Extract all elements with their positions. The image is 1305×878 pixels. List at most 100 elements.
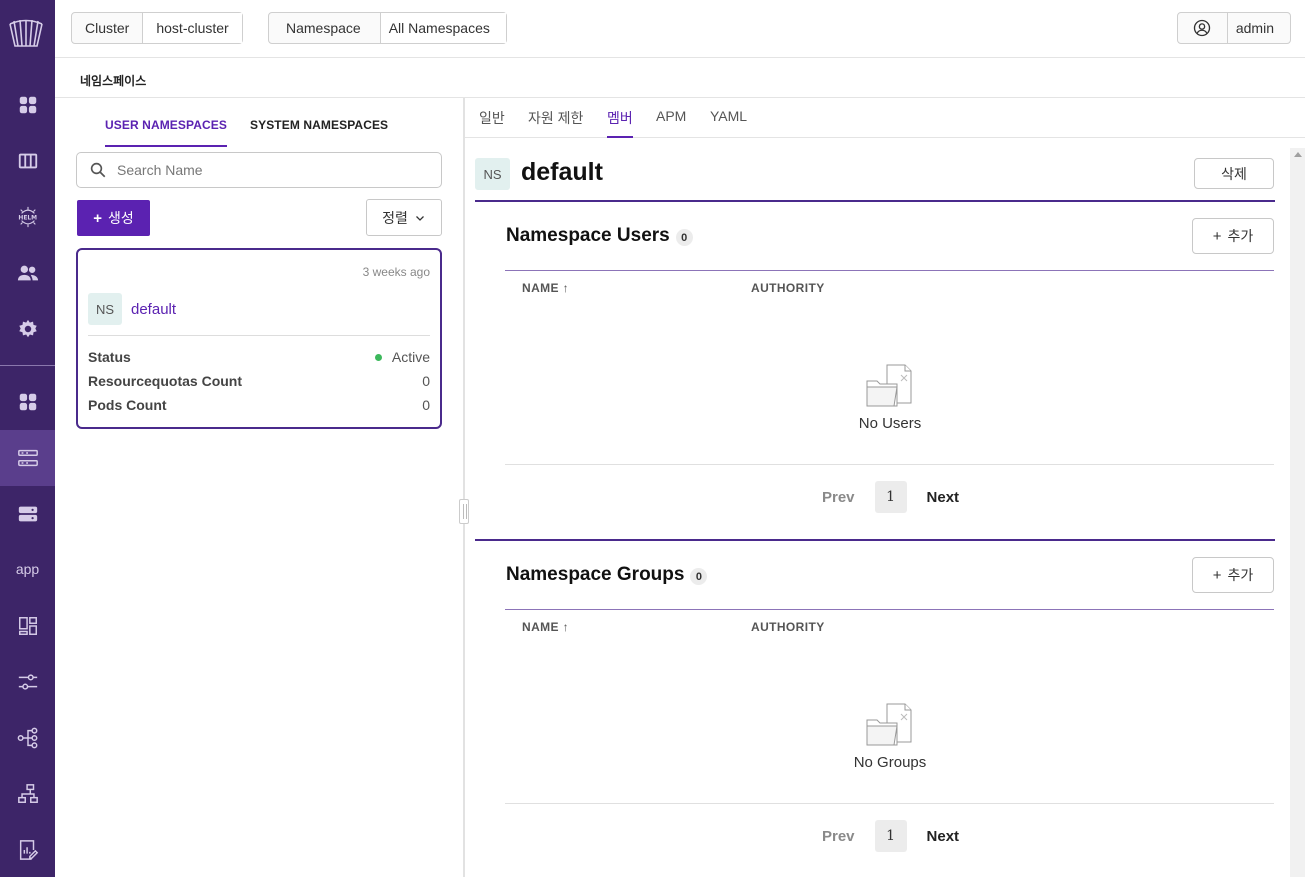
plus-icon: + (1212, 227, 1222, 245)
sort-button[interactable]: 정렬 (366, 199, 442, 236)
sidebar-item-namespaces[interactable] (0, 430, 55, 486)
card-row-pods: Pods Count 0 (88, 397, 430, 413)
sidebar-item-storage[interactable] (0, 486, 55, 542)
topology-icon (17, 784, 38, 803)
sort-up-arrow-icon: ↑ (562, 281, 570, 295)
status-value: Active (391, 349, 430, 365)
sidebar-item-dashboard[interactable] (0, 77, 55, 133)
settings-icon (18, 319, 37, 338)
empty-folder-icon (866, 364, 912, 407)
svg-text:HELM: HELM (18, 214, 37, 221)
delete-button[interactable]: 삭제 (1194, 158, 1274, 189)
namespace-selector[interactable]: Namespace All Namespaces (268, 12, 507, 44)
groups-prev-button[interactable]: Prev (822, 828, 855, 845)
workloads-icon (18, 617, 37, 635)
create-label: 생성 (108, 210, 134, 226)
namespace-value[interactable]: All Namespaces (379, 13, 506, 43)
resourcequotas-value: 0 (422, 373, 430, 389)
add-group-label: 추가 (1227, 567, 1254, 583)
users-page-1[interactable]: 1 (874, 481, 907, 513)
columns-icon (18, 153, 37, 169)
apps-grid-icon (19, 393, 36, 411)
groups-section-title: Namespace Groups 0 (506, 564, 708, 586)
sidebar-item-workloads[interactable] (0, 598, 55, 654)
tab-yaml[interactable]: YAML (710, 108, 747, 124)
tab-resource-limits[interactable]: 자원 제한 (528, 108, 583, 128)
users-table-bottom-line (505, 464, 1274, 465)
detail-ns-badge: NS (475, 158, 510, 190)
card-row-status: Status Active (88, 349, 430, 365)
user-menu[interactable]: admin (1176, 12, 1291, 44)
sidebar-item-settings[interactable] (0, 301, 55, 357)
helm-icon: HELM (18, 206, 37, 228)
groups-col-authority[interactable]: AUTHORITY (751, 620, 825, 634)
chevron-down-icon (415, 215, 424, 221)
search-icon (90, 162, 106, 178)
sort-label: 정렬 (382, 209, 408, 226)
users-prev-button[interactable]: Prev (822, 489, 855, 506)
users-table-top-line (505, 270, 1274, 271)
sidebar-item-users[interactable] (0, 245, 55, 301)
status-dot (374, 353, 382, 361)
tab-members[interactable]: 멤버 (607, 108, 633, 138)
namespaces-icon (17, 449, 38, 467)
section-divider (475, 539, 1275, 541)
pods-label: Pods Count (88, 397, 167, 413)
users-col-authority[interactable]: AUTHORITY (751, 281, 825, 295)
sidebar-item-columns[interactable] (0, 133, 55, 189)
groups-table-top-line (505, 609, 1274, 610)
card-divider (88, 335, 430, 336)
user-avatar[interactable] (1178, 13, 1228, 43)
cluster-value[interactable]: host-cluster (142, 13, 242, 43)
tab-user-namespaces[interactable]: USER NAMESPACES (105, 118, 227, 147)
users-title: Namespace Users (506, 225, 670, 246)
namespace-list-panel: USER NAMESPACES SYSTEM NAMESPACES + 생성 정… (55, 98, 464, 877)
search-input[interactable] (117, 162, 417, 178)
add-user-button[interactable]: + 추가 (1192, 218, 1274, 254)
card-time: 3 weeks ago (362, 265, 430, 279)
users-icon (17, 265, 38, 281)
groups-title: Namespace Groups (506, 564, 685, 585)
groups-col-name[interactable]: NAME ↑ (522, 620, 569, 634)
groups-col-name-label: NAME (522, 620, 559, 634)
tab-general[interactable]: 일반 (479, 108, 505, 128)
sidebar-divider (0, 365, 55, 366)
sidebar-item-topology[interactable] (0, 766, 55, 822)
sort-up-arrow-icon: ↑ (562, 620, 570, 634)
config-icon (18, 674, 37, 690)
card-namespace-name[interactable]: default (131, 301, 176, 318)
groups-next-button[interactable]: Next (927, 828, 960, 845)
detail-scrollbar[interactable] (1290, 148, 1305, 877)
search-box[interactable] (76, 152, 442, 188)
tab-apm[interactable]: APM (656, 108, 686, 124)
sidebar-item-report[interactable] (0, 822, 55, 878)
user-circle-icon (1194, 19, 1211, 37)
tab-system-namespaces[interactable]: SYSTEM NAMESPACES (250, 118, 388, 132)
cluster-label: Cluster (85, 20, 130, 36)
users-col-name-label: NAME (522, 281, 559, 295)
page-title: default (521, 158, 603, 186)
sidebar-item-apps[interactable] (0, 374, 55, 430)
status-label: Status (88, 349, 131, 365)
dashboard-icon (19, 96, 36, 114)
sidebar-item-helm[interactable]: HELM (0, 189, 55, 245)
create-button[interactable]: + 생성 (77, 200, 150, 236)
cluster-selector[interactable]: Cluster host-cluster (71, 12, 243, 44)
groups-empty-text: No Groups (853, 754, 927, 771)
users-next-button[interactable]: Next (927, 489, 960, 506)
users-col-name[interactable]: NAME ↑ (522, 281, 569, 295)
groups-page-1[interactable]: 1 (874, 820, 907, 852)
sidebar-app-label: app (15, 561, 40, 577)
app-logo-icon[interactable] (7, 16, 45, 50)
sidebar-item-app[interactable]: app (0, 541, 55, 597)
user-name[interactable]: admin (1228, 13, 1290, 43)
namespace-card[interactable]: 3 weeks ago NS default Status Active Res… (76, 248, 442, 429)
users-count-badge: 0 (675, 229, 693, 246)
pods-value: 0 (422, 397, 430, 413)
plus-icon: + (1212, 566, 1222, 584)
sidebar-item-config[interactable] (0, 654, 55, 710)
detail-tabs: 일반 자원 제한 멤버 APM YAML (465, 98, 1305, 138)
users-empty-text: No Users (858, 415, 922, 432)
add-group-button[interactable]: + 추가 (1192, 557, 1274, 593)
sidebar-item-network[interactable] (0, 710, 55, 766)
